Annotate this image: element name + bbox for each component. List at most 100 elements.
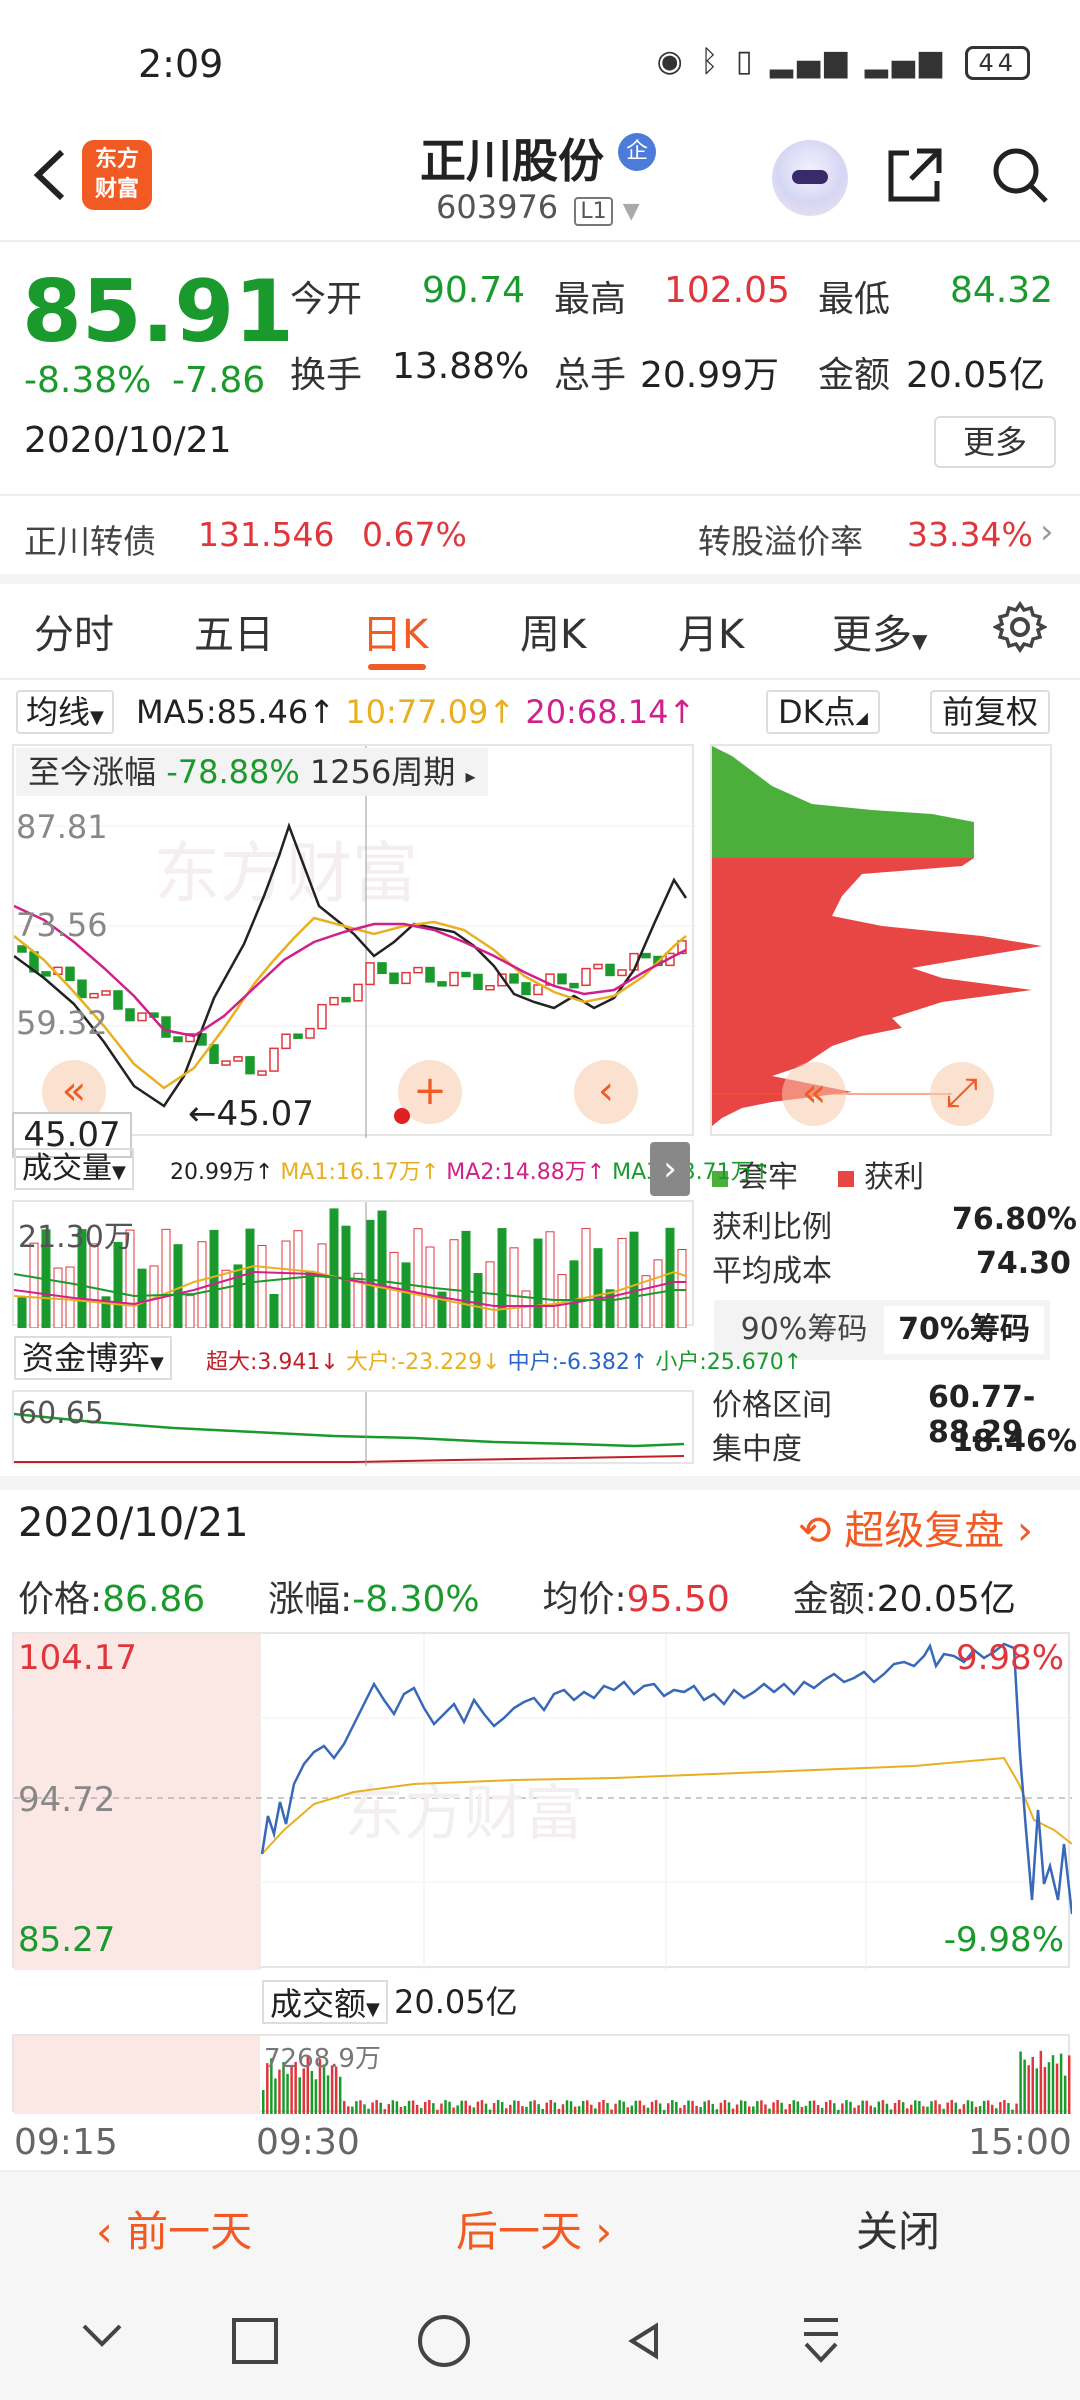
chevron-down-icon[interactable] [82, 2324, 122, 2347]
low-price-value: 45.07 [216, 1094, 314, 1134]
divider [0, 494, 1080, 496]
amount-bar [999, 2102, 1002, 2114]
amount-select[interactable]: 成交额▼ [262, 1980, 388, 2024]
premium-label[interactable]: 转股溢价率 [698, 515, 863, 563]
chevron-right-icon[interactable]: › [650, 1142, 690, 1196]
tab-weekly-k[interactable]: 周K [520, 602, 586, 660]
prev-day-button[interactable]: ‹ 前一天 [96, 2198, 252, 2259]
candle [125, 1008, 135, 1022]
fund-flow-chart[interactable]: 60.65 [12, 1390, 694, 1466]
gear-icon[interactable] [992, 600, 1048, 654]
convertible-bond-name[interactable]: 正川转债 [24, 515, 156, 563]
intraday-date: 2020/10/21 [18, 1500, 249, 1546]
amount-bar [853, 2107, 856, 2114]
search-icon[interactable] [990, 145, 1050, 205]
amount-bar [456, 2105, 459, 2114]
amount-bar [930, 2101, 933, 2114]
ma5-value: MA5:85.46↑ [136, 693, 336, 731]
period-change-tag[interactable]: 至今涨幅 -78.88% 1256周期 ▸ [16, 748, 488, 796]
amount-bar [768, 2108, 771, 2114]
ma-select[interactable]: 均线▼ [16, 690, 114, 734]
amount-bar [845, 2100, 848, 2114]
candle [461, 971, 471, 978]
next-day-button[interactable]: 后一天 › [456, 2198, 612, 2259]
amount-bar [885, 2103, 889, 2114]
amount-bar [1023, 2059, 1026, 2114]
amount-bar [1003, 2100, 1006, 2114]
expand-icon[interactable]: ⤢ [930, 1062, 994, 1126]
candle [557, 973, 567, 985]
stock-code-row[interactable]: 603976 L1 ▼ [436, 188, 640, 226]
logo-line2: 财富 [94, 177, 139, 202]
tab-daily-k[interactable]: 日K [362, 602, 428, 660]
tab-intraday[interactable]: 分时 [34, 602, 114, 660]
ma-select-label: 均线 [26, 693, 91, 731]
event-dot[interactable] [394, 1108, 410, 1124]
amount-bar [699, 2107, 702, 2114]
ai-assistant-icon[interactable] [772, 140, 848, 216]
fund-flow-select[interactable]: 资金博弈▼ [14, 1336, 172, 1380]
large-flow: 大户:-23.229↓ [345, 1350, 501, 1375]
ma10-value: 10:77.09↑ [345, 693, 516, 731]
volume-bar [293, 1230, 303, 1328]
amount-bar [403, 2105, 407, 2114]
back-icon[interactable] [22, 140, 82, 210]
amount-bar [310, 2070, 314, 2114]
chevron-right-icon[interactable]: › [1040, 512, 1054, 552]
amount-bar [602, 2100, 605, 2114]
back-triangle-icon[interactable] [628, 2322, 658, 2360]
volume-bar [377, 1210, 387, 1328]
scroll-left-icon[interactable]: « [782, 1062, 846, 1126]
eastmoney-logo[interactable]: 东方 财富 [82, 140, 152, 210]
amount-bar [1031, 2056, 1034, 2114]
amount-bar [444, 2100, 447, 2114]
recent-apps-icon[interactable] [232, 2318, 278, 2364]
amount-bar [877, 2101, 881, 2114]
amount-bar [796, 2101, 800, 2114]
volume-chart[interactable]: 21.30万 [12, 1200, 694, 1328]
dk-label: DK点 [778, 693, 856, 731]
amount-bar [1059, 2053, 1063, 2114]
chevron-left-icon[interactable]: ‹ [574, 1060, 638, 1124]
signal-5g-icon: ▂▄▆ [769, 44, 852, 79]
tab-five-day[interactable]: 五日 [194, 602, 274, 660]
amount-chart[interactable]: 7268.9万 [12, 2034, 1071, 2114]
tab-more[interactable]: 更多▼ [832, 602, 927, 660]
more-button[interactable]: 更多 [934, 416, 1056, 468]
amount-bar [1043, 2067, 1047, 2114]
amount-bar [804, 2105, 808, 2114]
amount-bar [634, 2100, 638, 2114]
amount-bar [541, 2108, 544, 2114]
intraday-chart[interactable]: 东方财富 104.17 94.72 85.27 9.98% -9.98% [12, 1632, 1072, 1970]
avg-cost-value: 74.30 [976, 1246, 1071, 1281]
amount-bar [533, 2100, 536, 2114]
amount-bar [298, 2077, 301, 2114]
close-button[interactable]: 关闭 [856, 2198, 940, 2259]
candle [341, 996, 351, 1003]
intraday-pct-low: -9.98% [943, 1920, 1064, 1960]
candle [449, 971, 459, 987]
home-icon[interactable] [418, 2315, 470, 2367]
amount-bar [626, 2107, 629, 2114]
amount-bar [991, 2104, 994, 2114]
notification-shade-icon[interactable] [804, 2318, 838, 2363]
amount-bar [723, 2100, 727, 2114]
volume-select[interactable]: 成交量▼ [14, 1148, 134, 1190]
super-replay-button[interactable]: ⟲ 超级复盘 › [798, 1498, 1033, 1556]
amount-bar [760, 2100, 763, 2114]
adjust-mode-button[interactable]: 前复权 [930, 690, 1051, 734]
turnover-value: 13.88% [392, 346, 530, 387]
amount-bar [375, 2100, 378, 2114]
chip-distribution-chart[interactable]: « ⤢ [710, 744, 1052, 1136]
amount-bar [893, 2102, 897, 2114]
dk-point-button[interactable]: DK点◢ [766, 690, 880, 734]
high-label: 最高 [554, 279, 627, 320]
fund-flow-select-label: 资金博弈 [22, 1339, 151, 1377]
share-icon[interactable] [885, 145, 945, 205]
amount-bar [922, 2106, 925, 2114]
candle [101, 990, 111, 996]
quote-date: 2020/10/21 [24, 420, 232, 461]
tab-monthly-k[interactable]: 月K [678, 602, 744, 660]
chip-70-tab[interactable]: 70%筹码 [884, 1306, 1044, 1354]
amount-bar [756, 2101, 759, 2114]
